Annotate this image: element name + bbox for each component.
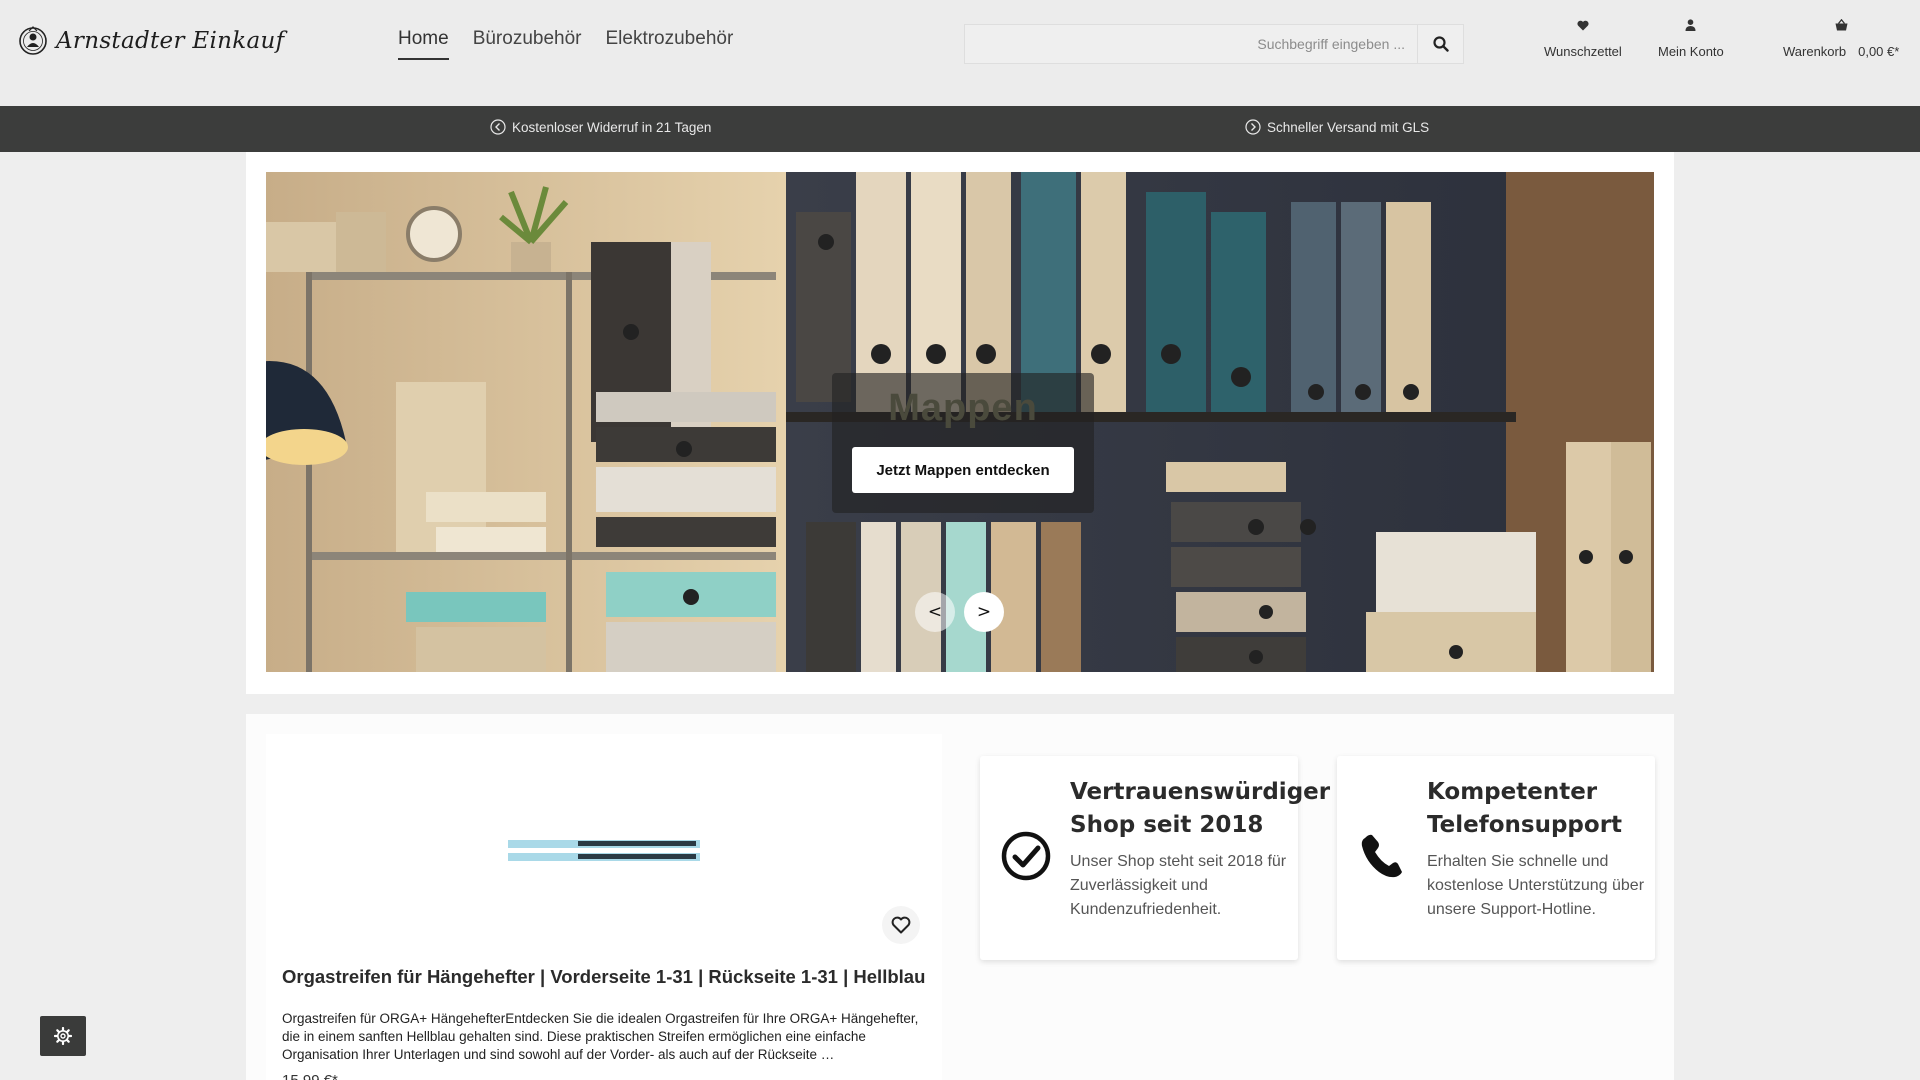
- benefit-widerruf: Kostenloser Widerruf in 21 Tagen: [490, 119, 711, 135]
- wishlist-label: Wunschzettel: [1544, 44, 1622, 59]
- cookie-settings-button[interactable]: [40, 1016, 86, 1056]
- feature-title: Vertrauenswürdiger Shop seit 2018: [1070, 779, 1331, 838]
- benefit-text: Kostenloser Widerruf in 21 Tagen: [512, 119, 712, 135]
- feature-text: Erhalten Sie schnelle und kostenlose Unt…: [1427, 853, 1645, 918]
- hero-cta-button[interactable]: Jetzt Mappen entdecken: [852, 447, 1074, 493]
- site-header: Arnstadter Einkauf Home Bürozubehör Elek…: [0, 0, 1920, 106]
- benefits-bar: Kostenloser Widerruf in 21 Tagen Schnell…: [0, 106, 1920, 152]
- product-card[interactable]: Orgastreifen für Hängehefter | Vordersei…: [266, 734, 942, 1080]
- search-bar: [964, 24, 1464, 64]
- feature-title: Kompetenter Telefonsupport: [1427, 779, 1623, 838]
- nav-item-elektrozubehoer[interactable]: Elektrozubehör: [605, 28, 733, 60]
- search-input[interactable]: [965, 25, 1417, 63]
- user-icon: [1685, 19, 1696, 31]
- check-circle-icon: [1001, 831, 1051, 881]
- feature-card-support: Kompetenter Telefonsupport Erhalten Sie …: [1337, 756, 1655, 960]
- heart-icon: [1577, 20, 1589, 30]
- product-image: [508, 840, 700, 861]
- feature-card-trust: Vertrauenswürdiger Shop seit 2018 Unser …: [980, 756, 1331, 960]
- basket-icon: [1835, 19, 1848, 31]
- product-description: Orgastreifen für ORGA+ HängehefterEntdec…: [282, 1011, 919, 1062]
- gear-icon: [54, 1027, 72, 1045]
- cart-label: Warenkorb: [1783, 44, 1847, 59]
- hero-overlay: Mappen Jetzt Mappen entdecken: [832, 373, 1094, 513]
- brand-logo[interactable]: Arnstadter Einkauf: [18, 25, 284, 57]
- hero-title: Mappen: [888, 387, 1038, 429]
- product-title[interactable]: Orgastreifen für Hängehefter | Vordersei…: [282, 966, 932, 988]
- cart-button[interactable]: Warenkorb 0,00 €*: [1783, 18, 1899, 59]
- hero-banner-image: Mappen Jetzt Mappen entdecken: [266, 172, 1654, 672]
- feature-text: Unser Shop steht seit 2018 für Zuverläss…: [1070, 853, 1287, 918]
- cart-amount: 0,00 €*: [1858, 44, 1900, 59]
- benefit-versand: Schneller Versand mit GLS: [1245, 119, 1429, 135]
- main-nav: Home Bürozubehör Elektrozubehör: [398, 28, 733, 60]
- search-button[interactable]: [1417, 25, 1463, 63]
- chevron-right-circle-icon: [1245, 119, 1261, 135]
- product-price: 15,99 €*: [282, 1072, 338, 1080]
- search-icon: [1432, 36, 1449, 52]
- heart-outline-icon: [891, 916, 911, 934]
- seal-icon: [19, 26, 47, 55]
- product-wishlist-button[interactable]: [882, 906, 920, 944]
- nav-item-home[interactable]: Home: [398, 28, 449, 60]
- benefit-text: Schneller Versand mit GLS: [1267, 119, 1430, 135]
- chevron-left-circle-icon: [490, 119, 506, 135]
- slider-prev-button[interactable]: <: [915, 592, 955, 632]
- wishlist-button[interactable]: Wunschzettel: [1544, 18, 1622, 59]
- hero-slider: Mappen Jetzt Mappen entdecken: [246, 152, 1674, 694]
- nav-item-buerozubehoer[interactable]: Bürozubehör: [473, 28, 582, 60]
- account-button[interactable]: Mein Konto: [1658, 18, 1724, 59]
- slider-next-button[interactable]: >: [964, 592, 1004, 632]
- phone-icon: [1361, 834, 1402, 878]
- brand-name: Arnstadter Einkauf: [56, 28, 285, 54]
- account-label: Mein Konto: [1658, 44, 1724, 59]
